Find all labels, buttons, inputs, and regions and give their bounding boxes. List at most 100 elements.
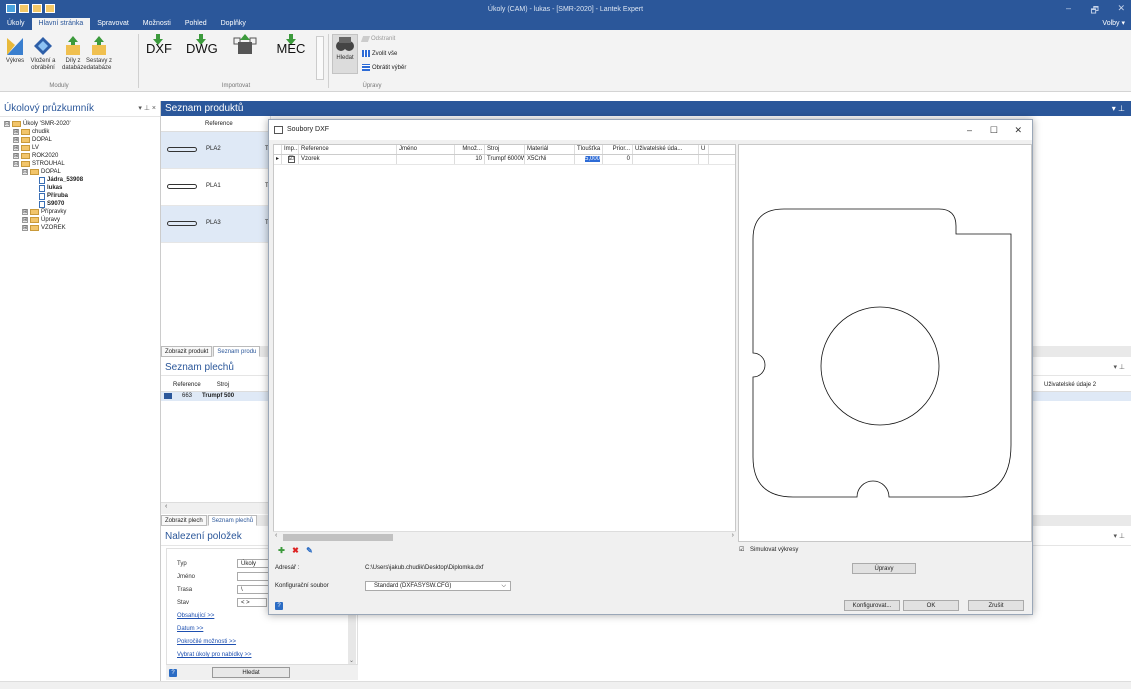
dxf-col-header[interactable]: Imp...: [282, 145, 299, 154]
cell-material[interactable]: X5CrNi: [525, 155, 575, 164]
vykres-button[interactable]: Výkres: [4, 36, 26, 65]
tree-node[interactable]: ⊞ VZOREK: [4, 224, 160, 232]
expand-icon[interactable]: ⊞: [13, 129, 19, 135]
dxf-col-header[interactable]: Uživatelské úda...: [633, 145, 699, 154]
product-row[interactable]: PLA2 T: [161, 132, 270, 169]
volby-menu[interactable]: Volby ▾: [1102, 19, 1125, 27]
dxf-col-header[interactable]: U: [699, 145, 709, 154]
products-list[interactable]: Reference PLA2 T PLA1 T PLA3 T: [161, 116, 271, 346]
dialog-maximize-button[interactable]: ☐: [990, 120, 998, 140]
import-dxf-button[interactable]: DXF: [146, 34, 172, 56]
products-panel-pin[interactable]: ▾ ⊥: [1112, 101, 1125, 116]
tab-moznosti[interactable]: Možnosti: [136, 18, 178, 30]
dily-button[interactable]: Díly z databáze: [62, 36, 87, 72]
tloustka-value[interactable]: 5,000: [584, 156, 600, 162]
vlozeni-button[interactable]: Vložení a obrábění: [28, 36, 58, 72]
add-file-icon[interactable]: ✚: [277, 546, 286, 555]
tab-zobrazit-produkt[interactable]: Zobrazit produkt: [161, 346, 213, 357]
expand-icon[interactable]: ⊞: [13, 145, 19, 151]
tree-node[interactable]: ⊟ Úkoly 'SMR-2020': [4, 120, 160, 128]
cell-reference[interactable]: Vzorek: [299, 155, 397, 164]
tree-node[interactable]: ⊞ Přípravky: [4, 208, 160, 216]
tab-seznam-plechu[interactable]: Seznam plechů: [207, 515, 258, 526]
dxf-files-grid[interactable]: Imp... Reference Jméno Množ... Stroj Materiál…: [273, 144, 736, 542]
expand-icon[interactable]: ⊞: [22, 217, 28, 223]
import-dwg-button[interactable]: DWG: [186, 34, 218, 56]
tree-node[interactable]: ⊞ DOPAL: [4, 136, 160, 144]
zvolit-vse-button[interactable]: Zvolit vše: [362, 50, 397, 57]
upravy-button[interactable]: Úpravy: [852, 563, 916, 574]
find-scroll-down[interactable]: ⌄: [349, 657, 354, 664]
sheets-list[interactable]: Reference Stroj 663 Trumpf 500: [161, 376, 271, 501]
tree-node[interactable]: lukas: [4, 184, 160, 192]
ok-button[interactable]: OK: [903, 600, 959, 611]
cell-priorita[interactable]: 0: [603, 155, 633, 164]
tree-node[interactable]: ⊟ STROUHAL: [4, 160, 160, 168]
dialog-minimize-button[interactable]: –: [967, 120, 972, 140]
expand-icon[interactable]: ⊞: [22, 225, 28, 231]
dxf-col-header[interactable]: Materiál: [525, 145, 575, 154]
scroll-left-arrow[interactable]: ‹: [275, 532, 277, 539]
hledat-button[interactable]: Hledat: [212, 667, 290, 678]
dialog-close-button[interactable]: ✕: [1014, 120, 1022, 140]
dxf-col-header[interactable]: [274, 145, 282, 154]
collapse-icon[interactable]: ⊟: [22, 169, 28, 175]
expand-icon[interactable]: ⊞: [22, 209, 28, 215]
dxf-grid-hscroll[interactable]: ‹ ›: [273, 531, 736, 542]
import-checkbox-cell[interactable]: ☑: [282, 155, 299, 164]
dxf-row[interactable]: ▸ ☑ Vzorek 10 Trumpf 6000W X5CrNi 5,000 …: [274, 155, 735, 165]
zrusit-button[interactable]: Zrušit: [968, 600, 1024, 611]
sheets-panel-pin[interactable]: ▾ ⊥: [1113, 360, 1125, 376]
find-stav-select[interactable]: < >: [237, 598, 267, 607]
delete-file-icon[interactable]: ✖: [291, 546, 300, 555]
tree-node[interactable]: ⊞ Úpravy: [4, 216, 160, 224]
find-link-pokrocile[interactable]: Pokročilé možnosti >>: [177, 639, 236, 645]
dxf-scroll-thumb[interactable]: [283, 534, 393, 541]
scroll-right-arrow[interactable]: ›: [732, 532, 734, 539]
cell-stroj[interactable]: Trumpf 6000W: [485, 155, 525, 164]
close-button[interactable]: ✕: [1117, 3, 1125, 14]
sheets-hscroll[interactable]: ‹: [161, 502, 271, 514]
dxf-col-header[interactable]: Tloušťka: [575, 145, 603, 154]
tree-node[interactable]: ⊞ chudik: [4, 128, 160, 136]
tab-zobrazit-plech[interactable]: Zobrazit plech: [161, 515, 207, 526]
sheets-col-uzivatelske-udaje-2[interactable]: Uživatelské údaje 2: [1032, 376, 1131, 392]
tab-doplnky[interactable]: Doplňky: [214, 18, 253, 30]
help-icon[interactable]: ?: [169, 669, 177, 677]
collapse-icon[interactable]: ⊟: [13, 161, 19, 167]
expand-icon[interactable]: ⊞: [13, 153, 19, 159]
dxf-col-header[interactable]: Množ...: [455, 145, 485, 154]
dxf-col-header[interactable]: Stroj: [485, 145, 525, 154]
konfigurovat-button[interactable]: Konfigurovat...: [844, 600, 900, 611]
import-mec-button[interactable]: MEC: [276, 34, 306, 56]
sestavy-button[interactable]: Sestavy z databáze: [86, 36, 112, 72]
tree-node[interactable]: Jádra_53908: [4, 176, 160, 184]
tree-node[interactable]: ⊞ ROK2020: [4, 152, 160, 160]
task-tree[interactable]: ⊟ Úkoly 'SMR-2020' ⊞ chudik ⊞ DOPAL ⊞ LV ⊞ ROK202…: [0, 117, 160, 232]
expand-icon[interactable]: ⊞: [13, 137, 19, 143]
find-link-obsahujici[interactable]: Obsahující >>: [177, 613, 214, 619]
simulate-checkbox[interactable]: ☑: [739, 546, 744, 553]
dxf-col-header[interactable]: Reference: [299, 145, 397, 154]
cell-tloustka[interactable]: 5,000: [575, 155, 603, 164]
minimize-button[interactable]: –: [1066, 3, 1071, 13]
import-geometry-button[interactable]: [230, 34, 260, 63]
odstranit-button[interactable]: Odstranit: [360, 36, 395, 42]
tab-pohled[interactable]: Pohled: [178, 18, 214, 30]
tree-node[interactable]: ⊞ LV: [4, 144, 160, 152]
find-link-vybrat-ukoly[interactable]: Vybrat úkoly pro nabídky >>: [177, 652, 252, 658]
import-checkbox[interactable]: ☑: [287, 156, 295, 163]
tab-seznam-produktu[interactable]: Seznam produ: [213, 346, 261, 357]
tree-node[interactable]: Příruba: [4, 192, 160, 200]
panel-pin-close[interactable]: ▾ ⊥ ×: [138, 101, 156, 117]
sheet-row-right[interactable]: [1032, 392, 1131, 401]
dialog-help-icon[interactable]: ?: [275, 602, 283, 610]
config-select[interactable]: Standard (DXFASYSW.CFG) ⌵: [365, 581, 511, 591]
dxf-col-header[interactable]: Prior...: [603, 145, 633, 154]
tree-node[interactable]: S9070: [4, 200, 160, 208]
find-link-datum[interactable]: Datum >>: [177, 626, 203, 632]
dxf-col-header[interactable]: Jméno: [397, 145, 455, 154]
tab-spravovat[interactable]: Spravovat: [90, 18, 136, 30]
find-panel-pin[interactable]: ▾ ⊥: [1113, 528, 1125, 546]
edit-file-icon[interactable]: ✎: [305, 546, 314, 555]
